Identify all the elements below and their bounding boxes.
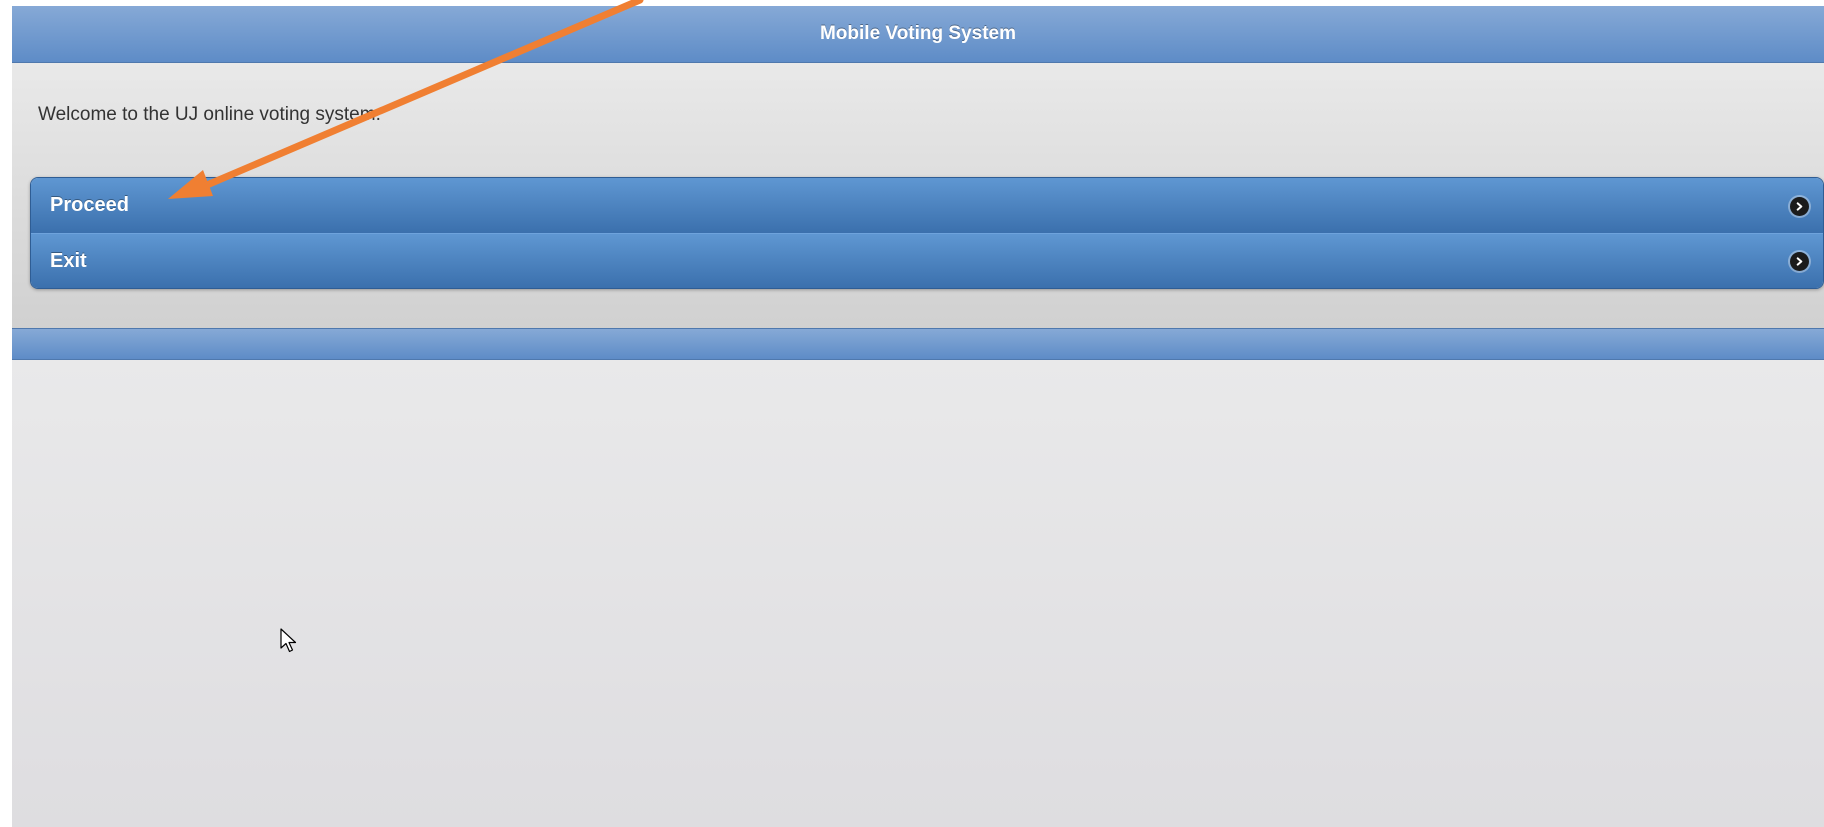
content-area: Welcome to the UJ online voting system. … [12,63,1824,333]
exit-button[interactable]: Exit [31,233,1823,288]
app-screen: Mobile Voting System Welcome to the UJ o… [12,6,1824,827]
chevron-right-icon [1790,196,1809,216]
footer-bar [12,328,1824,360]
proceed-label: Proceed [50,194,129,216]
chevron-right-icon [1790,252,1809,271]
mouse-cursor-icon [280,628,297,653]
proceed-button[interactable]: Proceed [31,178,1823,233]
app-header: Mobile Voting System [12,6,1824,63]
page-title: Mobile Voting System [819,23,1016,44]
menu-list: Proceed Exit [30,177,1824,289]
welcome-message: Welcome to the UJ online voting system. [38,104,381,125]
exit-label: Exit [50,249,87,272]
empty-page-area [12,360,1824,827]
